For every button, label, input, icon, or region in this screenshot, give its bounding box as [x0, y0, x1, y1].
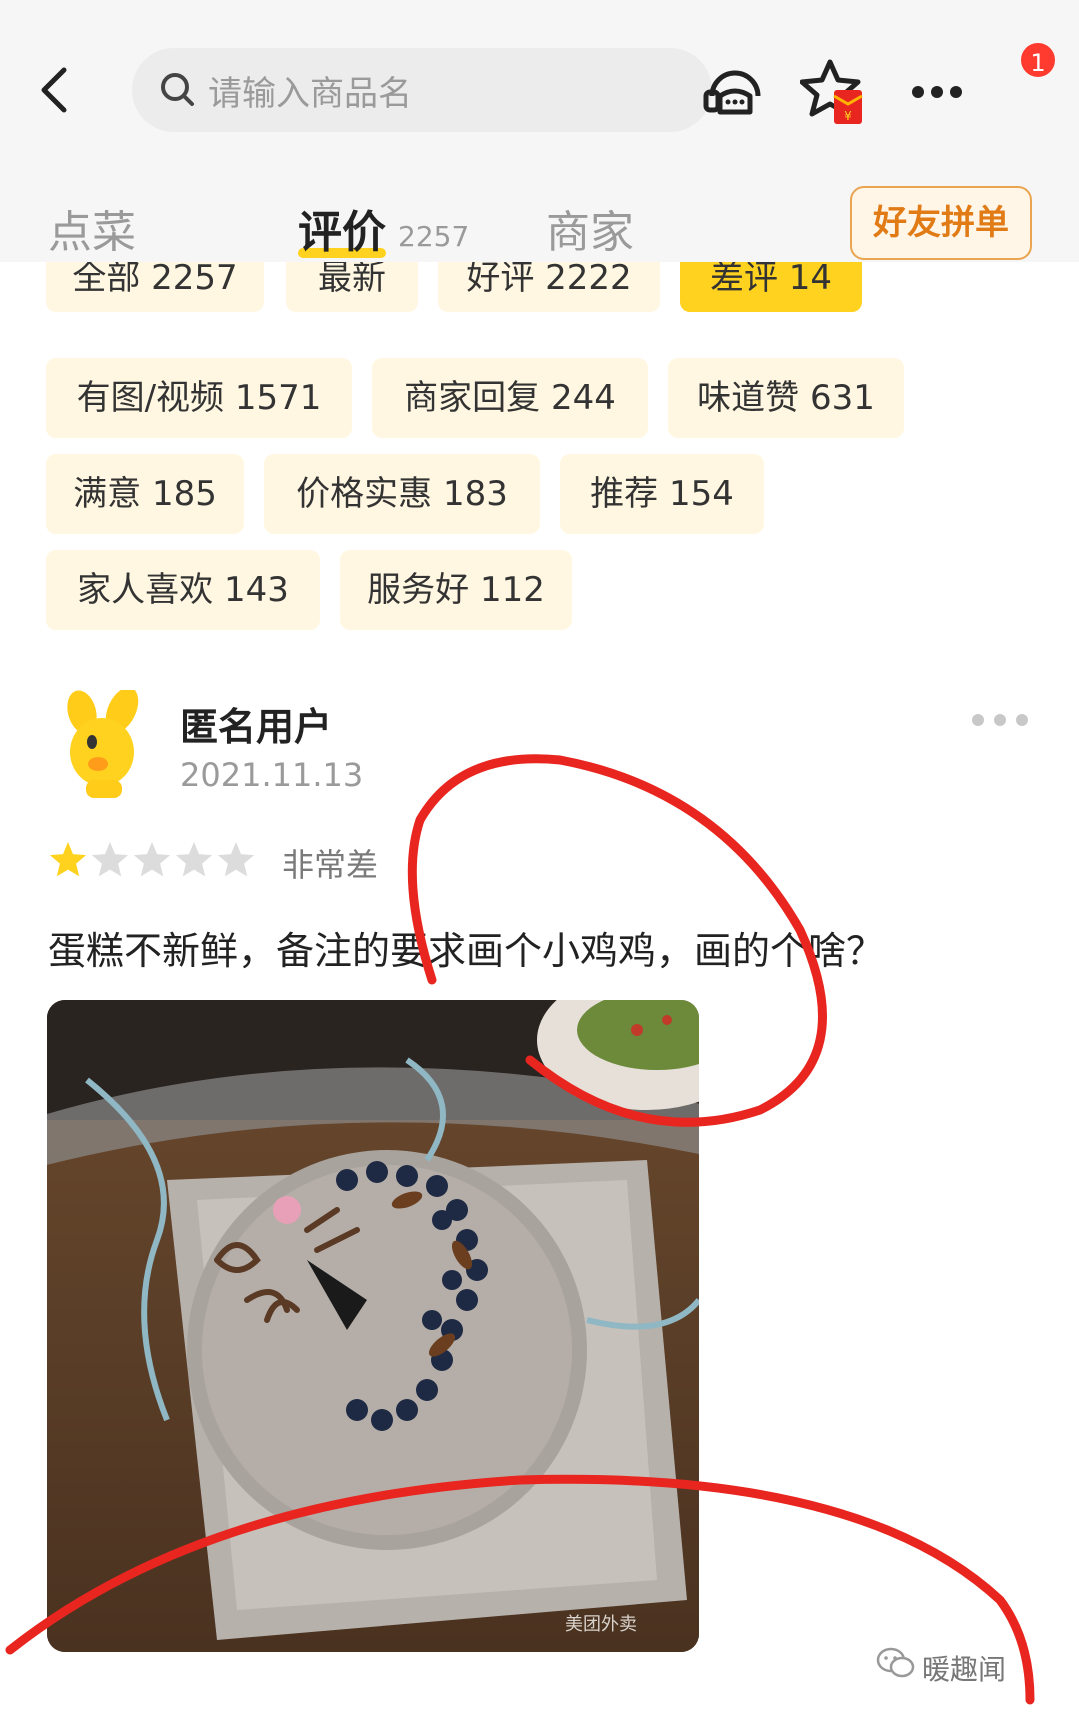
review-date: 2021.11.13 [180, 756, 364, 794]
more-options-icon[interactable] [904, 56, 974, 126]
filter-recommend[interactable]: 推荐 154 [560, 454, 764, 534]
search-icon [161, 73, 194, 106]
filter-tasty[interactable]: 味道赞 631 [668, 358, 904, 438]
group-order-button[interactable]: 好友拼单 [850, 186, 1032, 260]
filter-with-media[interactable]: 有图/视频 1571 [46, 358, 352, 438]
svg-text:¥: ¥ [844, 109, 852, 123]
star-empty-icon [91, 842, 129, 877]
filter-good-service[interactable]: 服务好 112 [340, 550, 572, 630]
star-empty-icon [217, 842, 255, 877]
favorite-star-icon[interactable]: ¥ [800, 56, 872, 130]
filter-family-likes[interactable]: 家人喜欢 143 [46, 550, 320, 630]
notification-badge: 1 [1018, 40, 1058, 80]
search-input[interactable]: 请输入商品名 [132, 48, 712, 132]
source-watermark: 暖趣闻 [922, 1653, 1007, 1686]
review-username: 匿名用户 [180, 705, 333, 749]
star-filled-icon [49, 842, 87, 877]
cake-photo-illustration: 美团外卖 [47, 1000, 699, 1652]
photo-watermark: 美团外卖 [565, 1614, 637, 1635]
tab-merchant[interactable]: 商家 [546, 196, 634, 260]
star-empty-icon [133, 842, 171, 877]
search-placeholder: 请输入商品名 [208, 74, 412, 114]
tab-menu[interactable]: 点菜 [48, 196, 136, 260]
user-avatar [67, 690, 139, 798]
review-text: 蛋糕不新鲜，备注的要求画个小鸡鸡，画的个啥？ [48, 929, 885, 973]
filter-satisfied[interactable]: 满意 185 [46, 454, 244, 534]
review-more-icon[interactable] [968, 710, 1032, 730]
tab-reviews-count: 2257 [398, 220, 470, 253]
star-rating [49, 842, 255, 877]
filter-merchant-reply[interactable]: 商家回复 244 [372, 358, 648, 438]
top-header: 请输入商品名 ¥ 1 点菜 评价 2257 商家 好友拼单 [0, 0, 1079, 262]
rating-label: 非常差 [282, 846, 379, 884]
wechat-icon [876, 1647, 915, 1678]
star-empty-icon [175, 842, 213, 877]
back-arrow-icon[interactable] [28, 60, 88, 120]
tab-reviews[interactable]: 评价 [298, 196, 386, 260]
review-photo[interactable]: 美团外卖 [47, 1000, 699, 1652]
filter-good-price[interactable]: 价格实惠 183 [264, 454, 540, 534]
customer-service-icon[interactable] [700, 56, 770, 126]
